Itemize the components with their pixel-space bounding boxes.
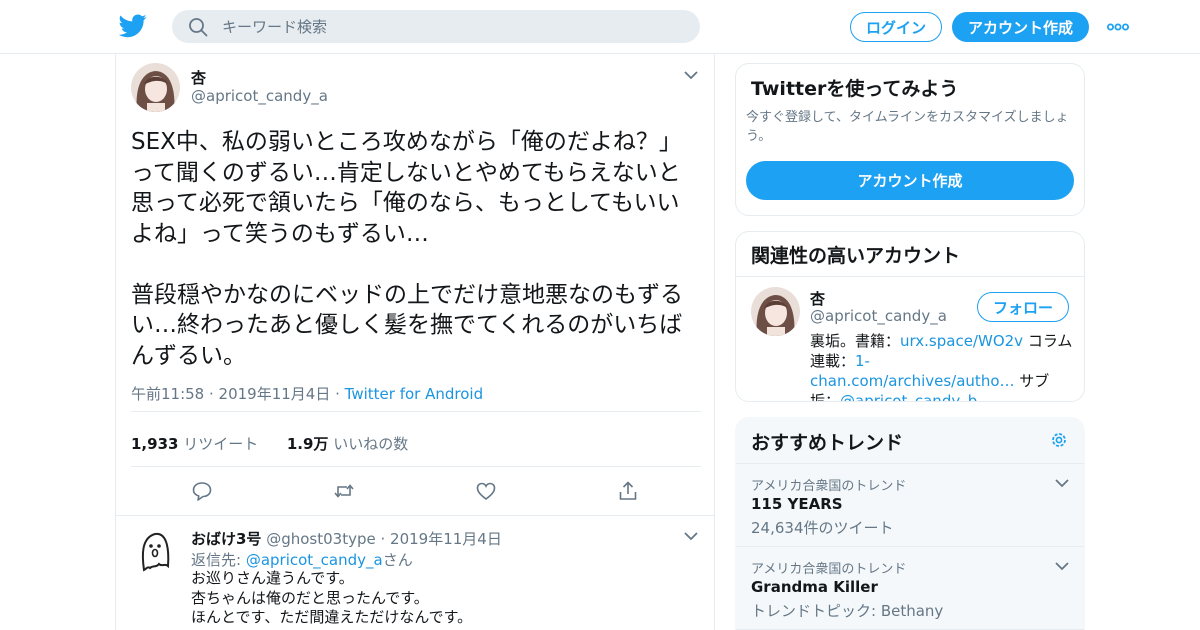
tweet-text: SEX中、私の弱いところ攻めながら「俺のだよね？」って聞くのずるい…肯定しないと… — [131, 129, 683, 369]
bio-link[interactable]: urx.space/WO2v — [900, 332, 1023, 350]
author-name[interactable]: 杏 — [191, 67, 206, 88]
author-handle[interactable]: @apricot_candy_a — [191, 87, 328, 105]
like-count[interactable]: 1.9万 — [287, 435, 329, 453]
divider — [116, 515, 714, 516]
share-icon[interactable] — [617, 480, 639, 502]
login-button[interactable]: ログイン — [850, 12, 942, 42]
reply-text: お巡りさん違うんです。 杏ちゃんは俺のだと思ったんです。 ほんとです、ただ間違え… — [191, 569, 473, 626]
reply-author-avatar[interactable] — [131, 526, 180, 575]
chevron-down-icon[interactable] — [1054, 559, 1070, 573]
chevron-down-icon[interactable] — [683, 529, 699, 543]
tweet-metadata: 午前11:58 · 2019年11月4日 · Twitter for Andro… — [131, 383, 483, 404]
twitter-bird-logo-icon[interactable] — [119, 13, 147, 39]
related-account-bio: 裏垢。書籍：urx.space/WO2v コラム連載：1-chan.com/ar… — [810, 331, 1074, 401]
search-box[interactable]: キーワード検索 — [172, 10, 700, 43]
tweet-stats: 1,933 リツイート 1.9万 いいねの数 — [131, 433, 408, 454]
divider — [736, 546, 1084, 547]
trend-location-label: アメリカ合衆国のトレンド — [751, 479, 907, 494]
related-account-avatar[interactable] — [751, 287, 800, 336]
reply-author-name[interactable]: おばけ3号 — [191, 530, 261, 548]
reply-date[interactable]: · 2019年11月4日 — [381, 530, 502, 548]
signup-button[interactable]: アカウント作成 — [952, 12, 1089, 42]
divider — [736, 463, 1084, 464]
trend-title[interactable]: Grandma Killer — [751, 578, 878, 596]
signup-prompt-card: Twitterを使ってみよう 今すぐ登録して、タイムラインをカスタマイズしましょ… — [735, 63, 1085, 216]
reply-to-suffix: さん — [382, 551, 413, 569]
chevron-down-icon[interactable] — [1054, 476, 1070, 490]
trend-location-label: アメリカ合衆国のトレンド — [751, 562, 907, 577]
top-nav-bar: キーワード検索 ログイン アカウント作成 — [0, 0, 1200, 54]
meta-separator: · — [330, 385, 345, 403]
tweet-source-link[interactable]: Twitter for Android — [345, 385, 483, 403]
trend-topic: トレンドトピック: Bethany — [751, 602, 944, 620]
divider — [131, 411, 701, 412]
retweet-label[interactable]: リツイート — [183, 435, 258, 453]
bio-text: 裏垢。書籍： — [810, 332, 901, 350]
related-accounts-title: 関連性の高いアカウント — [751, 245, 961, 267]
tweet-column: 杏 @apricot_candy_a SEX中、私の弱いところ攻めながら「俺のだ… — [115, 54, 715, 630]
reply-header: おばけ3号 @ghost03type · 2019年11月4日 — [191, 528, 502, 549]
avatar-illustration — [131, 63, 180, 112]
retweet-icon[interactable] — [333, 480, 355, 502]
divider — [131, 466, 701, 467]
like-label[interactable]: いいねの数 — [333, 435, 408, 453]
more-options-icon[interactable] — [1107, 22, 1129, 32]
reply-to-line: 返信先: @apricot_candy_aさん — [191, 549, 413, 570]
bio-mention-link[interactable]: @apricot_candy_b — [840, 392, 977, 401]
ghost-avatar-illustration — [131, 526, 180, 575]
reply-icon[interactable] — [191, 480, 213, 502]
related-account-name[interactable]: 杏 — [810, 288, 825, 309]
trends-title: おすすめトレンド — [751, 432, 904, 454]
trend-title[interactable]: 115 YEARS — [751, 495, 843, 513]
signup-card-title: Twitterを使ってみよう — [751, 78, 959, 100]
signup-card-description: 今すぐ登録して、タイムラインをカスタマイズしましょう。 — [746, 110, 1069, 144]
tweet-timestamp[interactable]: 午前11:58 · 2019年11月4日 — [131, 385, 330, 403]
divider — [736, 276, 1084, 277]
chevron-down-icon[interactable] — [683, 68, 699, 82]
reply-author-handle[interactable]: @ghost03type — [266, 530, 376, 548]
related-account-handle[interactable]: @apricot_candy_a — [810, 307, 947, 325]
retweet-count[interactable]: 1,933 — [131, 435, 178, 453]
related-accounts-card: 関連性の高いアカウント 杏 @apricot_candy_a フォロー 裏垢。書… — [735, 231, 1085, 402]
reply-to-mention[interactable]: @apricot_candy_a — [246, 551, 383, 569]
like-heart-icon[interactable] — [475, 480, 497, 502]
trends-card: おすすめトレンド アメリカ合衆国のトレンド 115 YEARS 24,634件の… — [735, 417, 1085, 630]
gear-icon[interactable] — [1049, 430, 1069, 450]
signup-card-button[interactable]: アカウント作成 — [746, 161, 1074, 200]
search-input[interactable]: キーワード検索 — [222, 16, 327, 37]
trend-tweet-count: 24,634件のツイート — [751, 519, 894, 537]
reply-to-prefix: 返信先: — [191, 551, 246, 569]
author-avatar[interactable] — [131, 63, 180, 112]
avatar-illustration — [751, 287, 800, 336]
search-icon — [189, 17, 208, 36]
follow-button[interactable]: フォロー — [977, 292, 1069, 322]
